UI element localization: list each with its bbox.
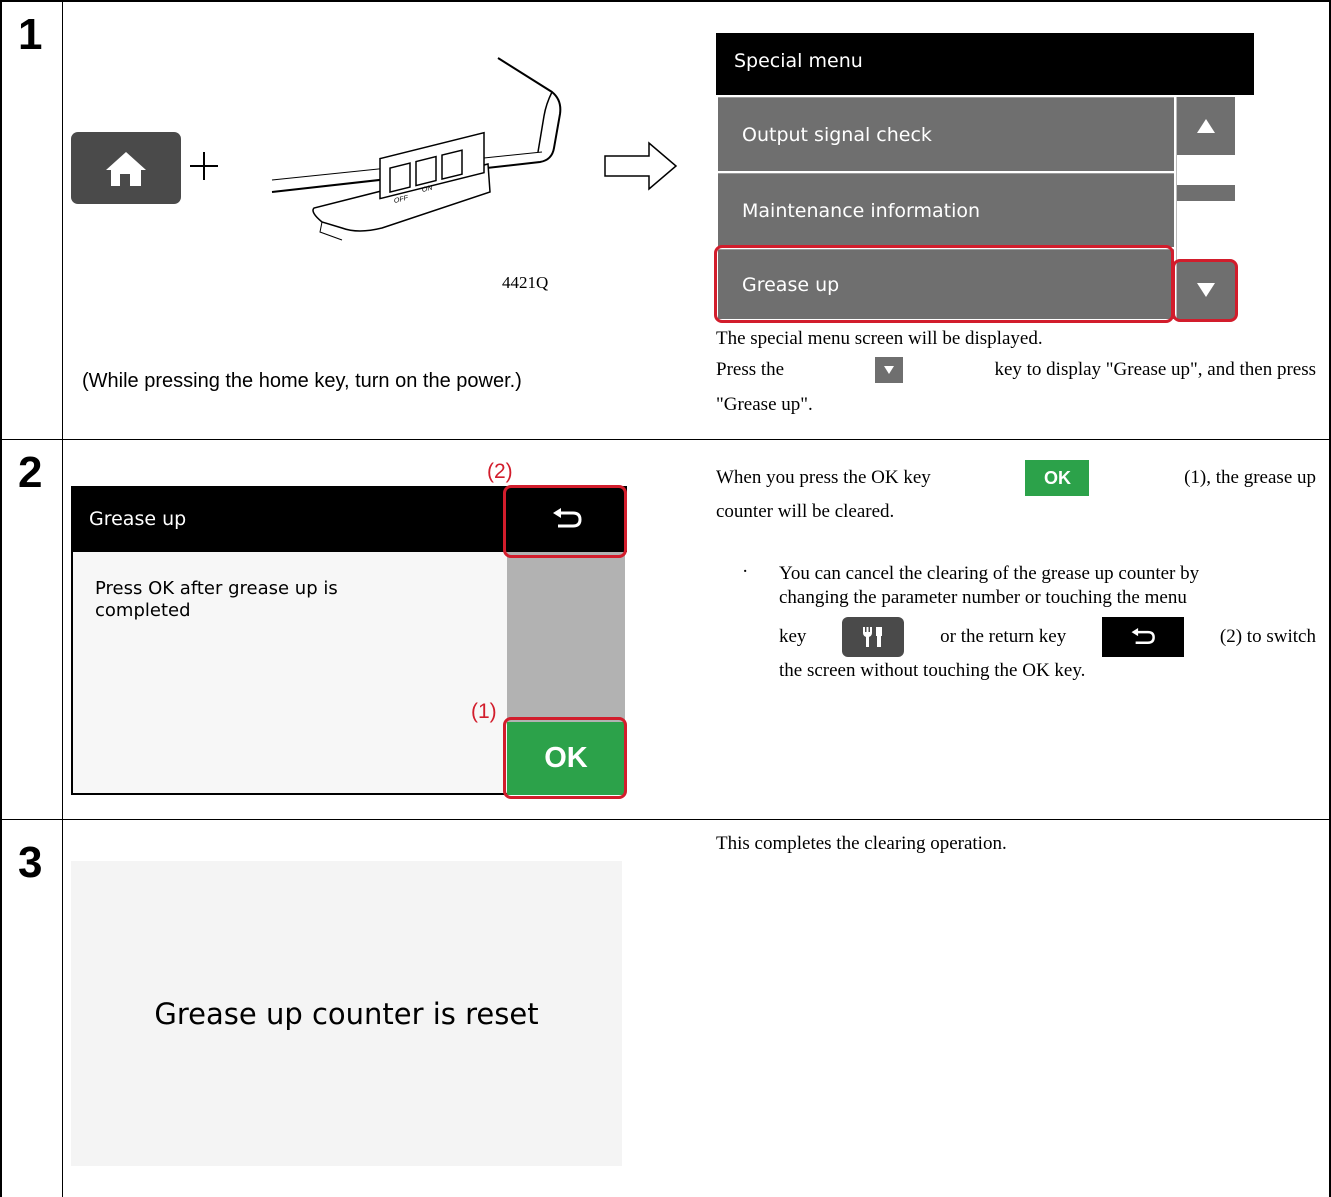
scroll-down-highlight: [1172, 259, 1238, 322]
table-border-top: [0, 0, 1331, 2]
bullet-line3: key or the return key (2) to switch: [779, 617, 1316, 657]
desc-key-to-display: key to display "Grease up", and then pre…: [994, 359, 1316, 380]
callout-2: (2): [487, 460, 513, 483]
step1-desc-line2: Press the key to display "Grease up", an…: [716, 357, 1316, 383]
grease-up-highlight: [714, 245, 1174, 323]
reset-message: Grease up counter is reset: [154, 996, 539, 1031]
ok-button-highlight: [503, 717, 627, 799]
up-triangle-icon: [1197, 119, 1215, 133]
home-key: [71, 132, 181, 204]
grease-up-screen-title: Grease up: [71, 486, 507, 552]
figure-code: 4421Q: [502, 273, 549, 292]
step1-caption: (While pressing the home key, turn on th…: [82, 370, 522, 392]
scroll-up-button[interactable]: [1177, 97, 1235, 155]
step-number-1: 1: [18, 10, 43, 59]
grease-up-side-panel: [507, 552, 625, 722]
step-number-3: 3: [18, 838, 43, 887]
inline-scroll-down-key: [875, 357, 904, 383]
bullet-line4: the screen without touching the OK key.: [779, 660, 1086, 681]
step2-para1-line2: counter will be cleared.: [716, 501, 895, 522]
inline-ok-key: OK: [1025, 460, 1090, 496]
para1-post: (1), the grease up: [1184, 467, 1316, 488]
step2-para1-line1: When you press the OK key OK (1), the gr…: [716, 460, 1316, 496]
return-button-highlight: [503, 485, 627, 558]
bullet-line2: changing the parameter number or touchin…: [779, 587, 1187, 608]
plus-icon: [190, 152, 218, 180]
step1-desc-line3: "Grease up".: [716, 394, 813, 415]
down-triangle-icon: [884, 366, 895, 374]
scroll-thumb[interactable]: [1177, 185, 1235, 201]
para1-pre: When you press the OK key: [716, 467, 931, 488]
bullet-mid: or the return key: [940, 626, 1067, 647]
menu-item-maintenance-information[interactable]: Maintenance information: [718, 173, 1174, 247]
step3-desc: This completes the clearing operation.: [716, 833, 1007, 854]
menu-item-output-signal-check[interactable]: Output signal check: [718, 97, 1174, 171]
step-number-2: 2: [18, 448, 43, 497]
power-switch-illustration: OFF ON: [271, 57, 562, 241]
desc-press-the: Press the: [716, 359, 785, 380]
return-arrow-icon: [1131, 628, 1155, 644]
table-border-left: [0, 0, 2, 1197]
inline-return-key: [1102, 617, 1185, 657]
row-divider-2: [0, 819, 1331, 820]
bullet-key-word: key: [779, 626, 807, 647]
bullet-mark: ·: [742, 561, 749, 582]
bullet-line1: You can cancel the clearing of the greas…: [779, 563, 1200, 584]
grease-up-message: Press OK after grease up is completed: [95, 578, 338, 621]
tools-icon: [863, 627, 883, 647]
step-column-divider: [62, 0, 63, 1197]
callout-1: (1): [471, 700, 497, 723]
home-icon: [106, 152, 146, 186]
row-divider-1: [0, 439, 1331, 440]
bullet-post: (2) to switch: [1219, 626, 1316, 647]
inline-menu-key: [842, 617, 905, 657]
reset-confirmation-screen: Grease up counter is reset: [71, 861, 622, 1166]
special-menu-title: Special menu: [716, 33, 1254, 95]
right-arrow-icon: [604, 141, 678, 191]
step1-desc-line1: The special menu screen will be displaye…: [716, 328, 1043, 349]
